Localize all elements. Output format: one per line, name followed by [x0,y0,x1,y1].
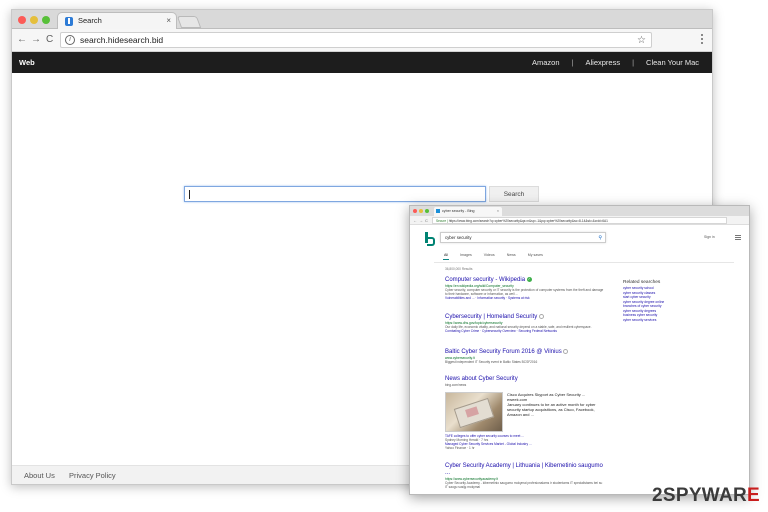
nav-separator: | [571,58,574,67]
inset-result: Computer security - Wikipedia ✓ https://… [445,277,605,300]
inset-result: Baltic Cyber Security Forum 2016 @ Vilni… [445,349,605,364]
inset-news-title: News about Cyber Security [445,376,518,382]
site-info-icon[interactable]: i [65,35,75,45]
inset-divider [434,262,734,263]
inset-sign-in: Sign in [704,235,715,239]
inset-news-source: bing.com/news [445,383,467,387]
inset-result-snippet: Cyber security, computer security or IT … [445,288,604,297]
related-heading: Related searches [623,280,661,285]
inset-tab-all: All [443,253,449,260]
inset-tab-bar: cyber security - Bing × [410,206,749,216]
verified-check-icon: ✓ [526,277,532,282]
minimize-window-button[interactable] [30,16,38,24]
info-circle-icon [538,314,544,319]
inset-result-title: Cybersecurity | Homeland Security [445,314,538,321]
inset-news-extra-source: Yahoo Finance · 1 hr [445,446,475,450]
top-navigation: Web Amazon | Aliexpress | Clean Your Mac [12,52,712,73]
inset-related-searches: Related searches cyber security school c… [623,279,713,322]
bookmark-star-icon[interactable]: ☆ [637,33,646,48]
new-tab-button[interactable] [176,16,202,28]
inset-result: Cybersecurity | Homeland Security https:… [445,314,605,333]
related-item: cyber security services [623,317,657,322]
news-thumbnail-image [445,392,503,432]
inset-results-count: 36,800,000 Results [445,267,473,271]
inset-search-box: cyber security ⚲ [440,232,606,243]
inset-address-row: ← → C Secure | https://www.bing.com/sear… [410,216,749,225]
url-text[interactable]: search.hidesearch.bid [80,33,163,48]
bing-logo-icon [425,232,435,246]
inset-news-item: Cisco Acquires Skyport as Cyber Security… [507,392,607,417]
inset-result-snippet: Biggest independent IT Security event in… [445,360,538,365]
inset-news-more: TAFE colleges to offer cyber security co… [445,434,605,450]
inset-result-title: Baltic Cyber Security Forum 2016 @ Vilni… [445,349,562,356]
screenshot-stage: Search × ← → C i search.hidesearch.bid ☆… [0,0,768,512]
inset-news-item-snippet: January continues to be an active month … [507,402,596,417]
nav-link-aliexpress[interactable]: Aliexpress [579,52,626,73]
inset-url: Secure | https://www.bing.com/search?q=c… [432,217,727,224]
tab-bar: Search × [12,10,712,29]
inset-tab: cyber security - Bing × [434,207,502,216]
nav-links: Amazon | Aliexpress | Clean Your Mac [526,52,705,73]
inset-query: cyber security [445,235,472,240]
nav-web-link[interactable]: Web [19,52,35,73]
tab-search[interactable]: Search × [57,12,177,29]
forward-icon[interactable]: → [31,33,41,47]
info-circle-icon [563,349,569,354]
browser-menu-icon[interactable] [701,34,704,45]
inset-search-icon: ⚲ [598,235,602,241]
inset-close-dot [413,209,417,213]
inset-result-title: Cyber Security Academy | Lithuania | Kib… [445,463,603,476]
footer-about-link[interactable]: About Us [24,466,55,484]
nav-link-amazon[interactable]: Amazon [526,52,566,73]
close-window-button[interactable] [18,16,26,24]
bing-screenshot-inset: cyber security - Bing × ← → C Secure | h… [409,205,750,495]
inset-minimize-dot [419,209,423,213]
watermark-logo: 2SPYWARE [652,485,760,506]
favicon-icon [65,17,73,26]
inset-result-links: Combating Cyber Crime · Cybersecurity Ov… [445,329,557,334]
back-icon[interactable]: ← [17,33,27,47]
inset-tab-close-icon: × [496,209,499,213]
inset-tab-title: cyber security - Bing [442,209,475,213]
inset-tab-images: Images [460,253,472,257]
inset-scope-tabs: All Images Videos News My saves [443,253,555,260]
address-bar-row: ← → C i search.hidesearch.bid ☆ [12,29,712,52]
maximize-window-button[interactable] [42,16,50,24]
inset-forward-icon: → [419,218,423,223]
inset-maximize-dot [425,209,429,213]
inset-reload-icon: C [425,218,428,223]
address-bar[interactable]: i search.hidesearch.bid ☆ [60,32,652,48]
search-button[interactable]: Search [489,186,539,202]
tab-close-icon[interactable]: × [166,13,171,29]
tab-title: Search [78,16,102,25]
text-caret [189,190,190,199]
nav-separator: | [632,58,635,67]
inset-tab-my-saves: My saves [527,253,543,257]
inset-back-icon: ← [413,218,417,223]
footer-privacy-link[interactable]: Privacy Policy [69,466,116,484]
inset-result-snippet: Cyber Security Academy - kibernetinio sa… [445,481,603,489]
reload-icon[interactable]: C [46,33,53,47]
inset-news-header: News about Cyber Security bing.com/news [445,376,605,387]
inset-tab-videos: Videos [483,253,495,257]
inset-result-links: Vulnerabilities and ... · Information se… [445,296,530,301]
nav-link-clean-your-mac[interactable]: Clean Your Mac [640,52,705,73]
inset-result-title: Computer security - Wikipedia [445,277,526,284]
inset-menu-icon [735,235,741,240]
inset-result: Cyber Security Academy | Lithuania | Kib… [445,463,605,489]
inset-tab-news: News [506,253,516,257]
search-input[interactable] [184,186,486,202]
